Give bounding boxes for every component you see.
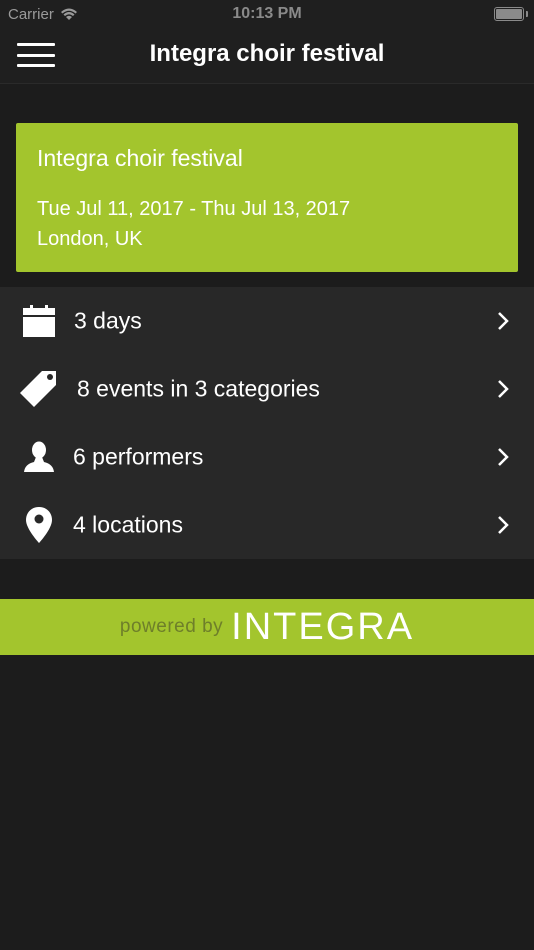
event-info-list: 3 days 8 events in 3 categories 6 perfor… xyxy=(0,287,534,559)
battery-icon xyxy=(494,7,528,21)
list-item-label: 6 performers xyxy=(73,443,204,470)
list-item-label: 4 locations xyxy=(73,511,183,538)
powered-by-label: powered by xyxy=(119,616,224,637)
calendar-icon xyxy=(20,302,58,340)
chevron-right-icon xyxy=(498,516,509,534)
chevron-right-icon xyxy=(498,380,509,398)
list-item-label: 3 days xyxy=(74,307,142,334)
person-icon xyxy=(20,438,58,476)
chevron-right-icon xyxy=(498,448,509,466)
location-pin-icon xyxy=(20,506,58,544)
list-item-events[interactable]: 8 events in 3 categories xyxy=(0,355,534,423)
chevron-right-icon xyxy=(498,312,509,330)
page-title: Integra choir festival xyxy=(149,40,385,67)
list-item-label: 8 events in 3 categories xyxy=(77,375,320,402)
event-dates: Tue Jul 11, 2017 - Thu Jul 13, 2017 xyxy=(37,198,351,220)
list-item-performers[interactable]: 6 performers xyxy=(0,423,534,491)
status-time: 10:13 PM xyxy=(232,5,302,22)
tag-icon xyxy=(20,370,58,408)
navigation-bar: Integra choir festival xyxy=(0,28,534,84)
event-summary-card: Integra choir festival Tue Jul 11, 2017 … xyxy=(16,123,518,272)
list-item-days[interactable]: 3 days xyxy=(0,287,534,355)
event-name: Integra choir festival xyxy=(37,145,243,171)
event-location: London, UK xyxy=(37,228,143,250)
integra-logo: INTEGRA xyxy=(231,605,415,648)
hamburger-menu-icon[interactable] xyxy=(17,43,55,67)
status-bar: Carrier 10:13 PM xyxy=(0,0,534,28)
powered-by-banner[interactable]: powered by INTEGRA xyxy=(0,599,534,655)
list-item-locations[interactable]: 4 locations xyxy=(0,491,534,559)
